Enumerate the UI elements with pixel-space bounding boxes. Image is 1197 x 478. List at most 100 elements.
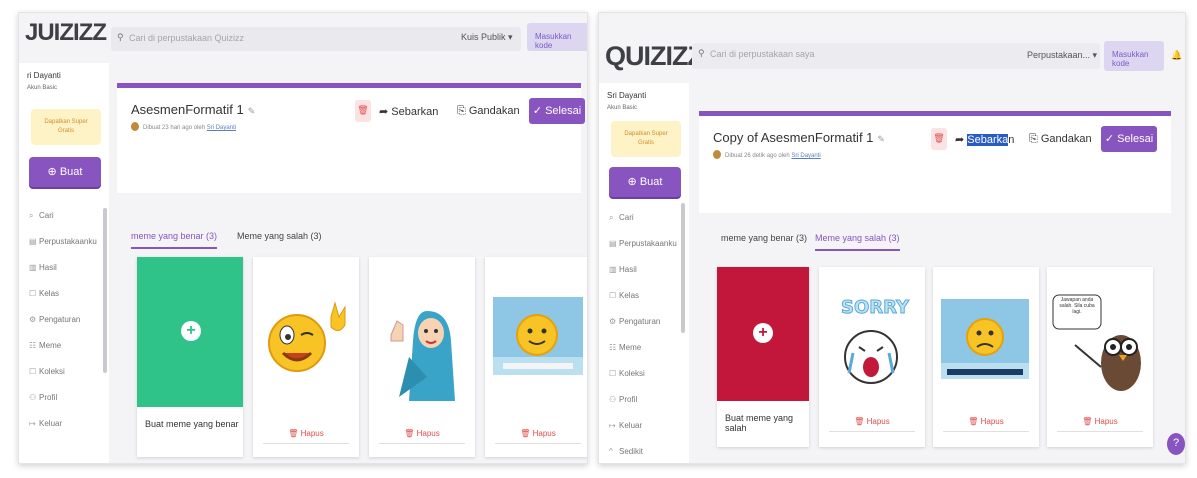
sidebar-item-meme[interactable]: ☷ Meme xyxy=(29,341,97,367)
delete-meme-link[interactable]: 🗑 Hapus xyxy=(933,417,1039,426)
divider xyxy=(829,431,915,432)
meme-card: Jawapan anda salah. Sila cuba lagi. 🗑 Ha… xyxy=(1047,267,1153,447)
share-button[interactable]: ➦ Sebarkan xyxy=(955,128,1015,152)
delete-meme-link[interactable]: 🗑 Hapus xyxy=(819,417,925,426)
sidebar-item-kelas[interactable]: ☐ Kelas xyxy=(29,289,97,315)
plus-icon: + xyxy=(181,321,201,341)
scope-dropdown[interactable]: Kuis Publik ▾ xyxy=(461,32,513,43)
create-button[interactable]: ⊕ Buat xyxy=(609,167,681,197)
tab-wrong-memes[interactable]: Meme yang salah (3) xyxy=(237,231,322,247)
sidebar-item-profil[interactable]: ⚇ Profil xyxy=(29,393,97,419)
sidebar-item-pengaturan[interactable]: ⚙ Pengaturan xyxy=(609,317,677,343)
delete-meme-link[interactable]: 🗑 Hapus xyxy=(485,429,587,438)
sidebar-item-koleksi[interactable]: ☐ Koleksi xyxy=(609,369,677,395)
sidebar-scrollbar[interactable] xyxy=(103,208,107,373)
sidebar-item-cari[interactable]: ⌕ Cari xyxy=(29,211,97,237)
tab-correct-memes[interactable]: meme yang benar (3) xyxy=(721,233,807,249)
trash-icon: 🗑 xyxy=(854,417,867,426)
upgrade-button[interactable]: Dapatkan Super Gratis xyxy=(611,121,681,157)
meme-icon: ☷ xyxy=(29,341,37,350)
meme-card: 🗑 Hapus xyxy=(369,257,475,457)
delete-button[interactable]: 🗑 xyxy=(355,100,371,122)
trash-icon: 🗑 xyxy=(968,417,981,426)
library-icon: ▤ xyxy=(29,237,37,246)
create-button[interactable]: ⊕ Buat xyxy=(29,157,101,187)
sidebar-item-keluar[interactable]: ↦ Keluar xyxy=(29,419,97,445)
sidebar-item-pengaturan[interactable]: ⚙ Pengaturan xyxy=(29,315,97,341)
profile-icon: ⚇ xyxy=(29,393,37,402)
delete-button[interactable]: 🗑 xyxy=(931,128,947,150)
duplicate-icon: ⎘ xyxy=(1029,133,1041,145)
collection-icon: ☐ xyxy=(29,367,37,376)
delete-meme-link[interactable]: 🗑 Hapus xyxy=(369,429,475,438)
meme-card: 🗑 Hapus xyxy=(253,257,359,457)
meme-icon: ☷ xyxy=(609,343,617,352)
library-icon: ▤ xyxy=(609,239,617,248)
duplicate-button[interactable]: ⎘ Gandakan xyxy=(1029,128,1092,152)
share-button[interactable]: ➦ Sebarkan xyxy=(379,100,439,124)
sad-smiley-meme xyxy=(941,299,1029,379)
join-code-button[interactable]: Masukkan kode xyxy=(527,23,587,51)
share-icon: ➦ xyxy=(379,106,392,118)
tab-wrong-memes[interactable]: Meme yang salah (3) xyxy=(815,233,900,251)
done-button[interactable]: ✓ Selesai xyxy=(529,98,585,124)
search-icon: ⚲ xyxy=(698,48,705,58)
sidebar-item-koleksi[interactable]: ☐ Koleksi xyxy=(29,367,97,393)
done-button[interactable]: ✓ Selesai xyxy=(1101,126,1157,152)
sidebar-item-perpustakaanku[interactable]: ▤ Perpustakaanku xyxy=(609,239,677,265)
add-meme-card[interactable]: + Buat meme yang salah xyxy=(717,267,809,447)
search-icon: ⌕ xyxy=(29,211,34,220)
delete-meme-link[interactable]: 🗑 Hapus xyxy=(1047,417,1153,426)
class-icon: ☐ xyxy=(609,291,617,300)
chart-icon: ▥ xyxy=(609,265,617,274)
share-icon: ➦ xyxy=(955,134,968,146)
author-link[interactable]: Sri Dayanti xyxy=(791,153,820,159)
sidebar-item-profil[interactable]: ⚇ Profil xyxy=(609,395,677,421)
account-type: Akun Basic xyxy=(27,85,58,91)
duplicate-button[interactable]: ⎘ Gandakan xyxy=(457,100,520,124)
sidebar-item-cari[interactable]: ⌕ Cari xyxy=(609,213,677,239)
sidebar-scrollbar[interactable] xyxy=(681,203,685,333)
search-icon: ⌕ xyxy=(609,213,614,222)
search-icon: ⚲ xyxy=(117,32,124,42)
sidebar-item-keluar[interactable]: ↦ Keluar xyxy=(609,421,677,447)
sidebar-item-kelas[interactable]: ☐ Kelas xyxy=(609,291,677,317)
winking-emoji-meme xyxy=(268,301,346,372)
smiley-sky-meme xyxy=(493,297,583,375)
tab-correct-memes[interactable]: meme yang benar (3) xyxy=(131,231,218,249)
sidebar-item-sedikit[interactable]: ^ Sedikit xyxy=(609,447,677,463)
trash-icon: 🗑 xyxy=(520,429,533,438)
scope-dropdown[interactable]: Perpustakaan... ▾ xyxy=(1027,50,1097,61)
author-link[interactable]: Sri Dayanti xyxy=(207,125,236,131)
sidebar-item-hasil[interactable]: ▥ Hasil xyxy=(29,263,97,289)
class-icon: ☐ xyxy=(29,289,37,298)
svg-text:SORRY: SORRY xyxy=(841,297,910,318)
quizizz-logo[interactable]: QUIZIZZ xyxy=(605,41,704,72)
sidebar-item-meme[interactable]: ☷ Meme xyxy=(609,343,677,369)
upgrade-button[interactable]: Dapatkan Super Gratis xyxy=(31,109,101,145)
gear-icon: ⚙ xyxy=(29,315,37,324)
sidebar-nav: ⌕ Cari ▤ Perpustakaanku ▥ Hasil ☐ Kelas ⚙ Pen… xyxy=(609,213,677,463)
user-name: Sri Dayanti xyxy=(607,91,647,100)
trash-icon: 🗑 xyxy=(1082,417,1095,426)
search-input[interactable]: ⚲ Cari di perpustakaan Quizizz xyxy=(111,27,521,51)
user-name: ri Dayanti xyxy=(27,71,61,80)
edit-icon[interactable]: ✎ xyxy=(877,134,885,144)
quizizz-logo[interactable]: JUIZIZZ xyxy=(25,19,107,47)
edit-icon[interactable]: ✎ xyxy=(248,106,256,116)
delete-meme-link[interactable]: 🗑 Hapus xyxy=(253,429,359,438)
logout-icon: ↦ xyxy=(609,421,616,430)
trash-icon: 🗑 xyxy=(404,429,417,438)
meme-card: 🗑 Hapus xyxy=(485,257,587,457)
meme-card: SORRY 🗑 Hapus xyxy=(819,267,925,447)
avatar xyxy=(131,122,139,131)
notification-icon[interactable]: 🔔 xyxy=(1171,50,1182,61)
sidebar-item-perpustakaanku[interactable]: ▤ Perpustakaanku xyxy=(29,237,97,263)
sidebar-item-hasil[interactable]: ▥ Hasil xyxy=(609,265,677,291)
help-button[interactable]: ? xyxy=(1167,433,1185,455)
add-meme-card[interactable]: + Buat meme yang benar xyxy=(137,257,243,457)
top-bar: QUIZIZZ ⚲ Cari di perpustakaan saya Perp… xyxy=(599,13,1185,85)
add-meme-label: Buat meme yang benar xyxy=(145,419,239,429)
sidebar: Sri Dayanti Akun Basic Dapatkan Super Gr… xyxy=(599,83,689,463)
join-code-button[interactable]: Masukkan kode xyxy=(1104,41,1164,71)
